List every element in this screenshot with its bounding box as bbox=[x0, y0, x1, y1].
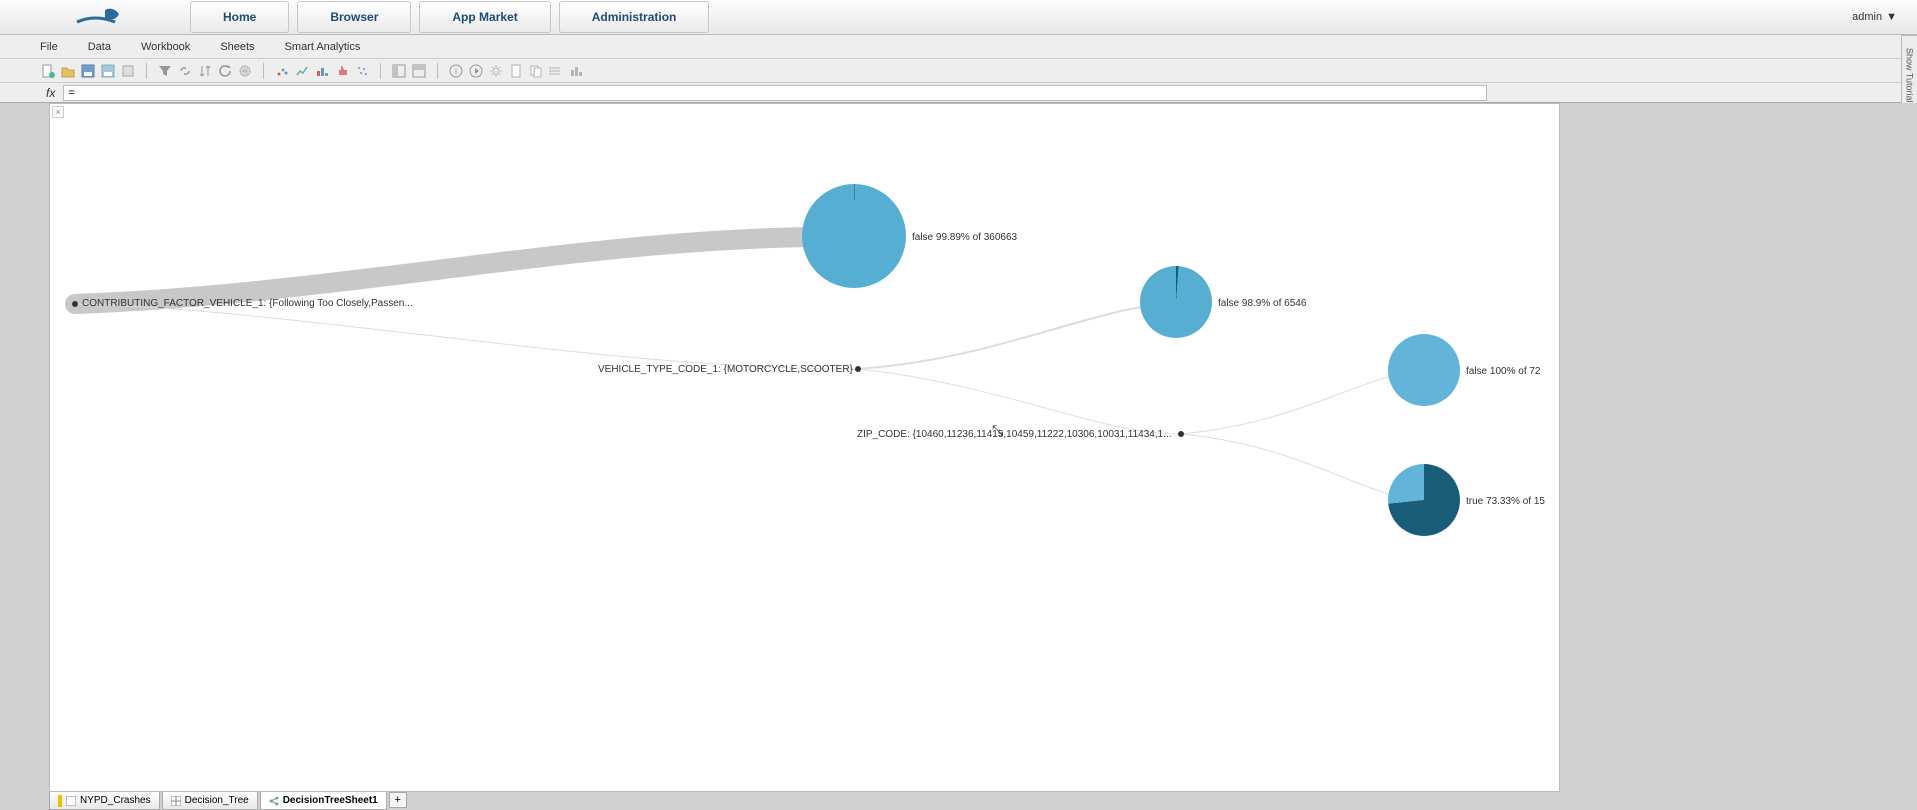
save-icon[interactable] bbox=[80, 63, 96, 79]
layout-b-icon[interactable] bbox=[411, 63, 427, 79]
user-menu[interactable]: admin ▼ bbox=[1852, 11, 1897, 23]
formula-bar: fx bbox=[0, 83, 1917, 103]
nav-administration[interactable]: Administration bbox=[559, 1, 710, 33]
nav-home[interactable]: Home bbox=[190, 1, 289, 33]
sheet-tab-decision-tree[interactable]: Decision_Tree bbox=[162, 792, 258, 810]
svg-text:i: i bbox=[455, 66, 457, 76]
menu-data[interactable]: Data bbox=[88, 41, 111, 53]
menu-smart-analytics[interactable]: Smart Analytics bbox=[285, 41, 361, 53]
split-label-s2: ZIP_CODE: {10460,11236,11415,10459,11222… bbox=[857, 429, 1172, 440]
nav-app-market[interactable]: App Market bbox=[419, 1, 550, 33]
fx-label: fx bbox=[46, 86, 55, 100]
copy-icon[interactable] bbox=[528, 63, 544, 79]
sheet-tab-label: NYPD_Crashes bbox=[80, 795, 151, 806]
barchart-icon[interactable] bbox=[314, 63, 330, 79]
dots-icon[interactable] bbox=[354, 63, 370, 79]
new-doc-icon[interactable] bbox=[40, 63, 56, 79]
app-header: Home Browser App Market Administration a… bbox=[0, 0, 1917, 35]
layout-a-icon[interactable] bbox=[391, 63, 407, 79]
filter-icon[interactable] bbox=[157, 63, 173, 79]
sheet-tab-label: Decision_Tree bbox=[185, 795, 249, 806]
sheet-tabs: NYPD_Crashes Decision_Tree DecisionTreeS… bbox=[49, 792, 407, 810]
leaf-label-L1: false 99.89% of 360663 bbox=[912, 232, 1017, 243]
leaf-node-L2[interactable] bbox=[1140, 266, 1212, 338]
split-label-s1: VEHICLE_TYPE_CODE_1: {MOTORCYCLE,SCOOTER… bbox=[598, 364, 853, 375]
refresh-icon[interactable] bbox=[217, 63, 233, 79]
leaf-node-L3[interactable] bbox=[1388, 334, 1460, 406]
dropdown-icon: ▼ bbox=[1886, 11, 1897, 23]
sheet-tab-label: DecisionTreeSheet1 bbox=[283, 795, 378, 806]
split-node-s1[interactable] bbox=[855, 366, 861, 372]
chart-canvas[interactable]: × CONTRIBUTING_FACTOR_VEHICLE_1: {Follow… bbox=[49, 103, 1560, 792]
menu-workbook[interactable]: Workbook bbox=[141, 41, 190, 53]
sort-icon[interactable] bbox=[197, 63, 213, 79]
tree-icon bbox=[269, 796, 279, 806]
split-node-s0[interactable] bbox=[72, 301, 78, 307]
sheet-icon bbox=[66, 796, 76, 806]
formula-input[interactable] bbox=[63, 85, 1487, 101]
toolbar: i bbox=[0, 59, 1917, 83]
split-label-s0: CONTRIBUTING_FACTOR_VEHICLE_1: {Followin… bbox=[82, 298, 413, 309]
sheet-tab-nypd[interactable]: NYPD_Crashes bbox=[49, 792, 160, 810]
list-icon[interactable] bbox=[548, 63, 564, 79]
thumbs-icon[interactable] bbox=[334, 63, 350, 79]
code-icon[interactable] bbox=[568, 63, 584, 79]
app-logo bbox=[70, 2, 130, 32]
split-node-s2[interactable] bbox=[1178, 431, 1184, 437]
scatter-icon[interactable] bbox=[274, 63, 290, 79]
export-icon[interactable] bbox=[120, 63, 136, 79]
info-icon[interactable]: i bbox=[448, 63, 464, 79]
settings-icon[interactable] bbox=[488, 63, 504, 79]
grid-icon bbox=[171, 796, 181, 806]
save-as-icon[interactable] bbox=[100, 63, 116, 79]
menu-sheets[interactable]: Sheets bbox=[220, 41, 254, 53]
main-nav: Home Browser App Market Administration bbox=[190, 1, 709, 33]
leaf-label-L3: false 100% of 72 bbox=[1466, 366, 1541, 377]
tree-links bbox=[50, 104, 1559, 791]
play-icon[interactable] bbox=[468, 63, 484, 79]
user-label: admin bbox=[1852, 11, 1882, 23]
leaf-label-L4: true 73.33% of 15 bbox=[1466, 496, 1545, 507]
menu-file[interactable]: File bbox=[40, 41, 58, 53]
leaf-node-L1[interactable] bbox=[802, 184, 906, 288]
link-icon[interactable] bbox=[177, 63, 193, 79]
open-doc-icon[interactable] bbox=[60, 63, 76, 79]
leaf-node-L4[interactable] bbox=[1388, 464, 1460, 536]
add-sheet-button[interactable]: + bbox=[389, 792, 407, 808]
menubar: File Data Workbook Sheets Smart Analytic… bbox=[0, 35, 1917, 59]
linechart-icon[interactable] bbox=[294, 63, 310, 79]
globe-icon[interactable] bbox=[237, 63, 253, 79]
sheet-tab-decision-tree-sheet1[interactable]: DecisionTreeSheet1 bbox=[260, 792, 387, 810]
nav-browser[interactable]: Browser bbox=[297, 1, 411, 33]
cursor-icon: ⤡ bbox=[992, 422, 1003, 439]
page-icon[interactable] bbox=[508, 63, 524, 79]
leaf-label-L2: false 98.9% of 6546 bbox=[1218, 298, 1306, 309]
workarea: × CONTRIBUTING_FACTOR_VEHICLE_1: {Follow… bbox=[0, 103, 1917, 810]
